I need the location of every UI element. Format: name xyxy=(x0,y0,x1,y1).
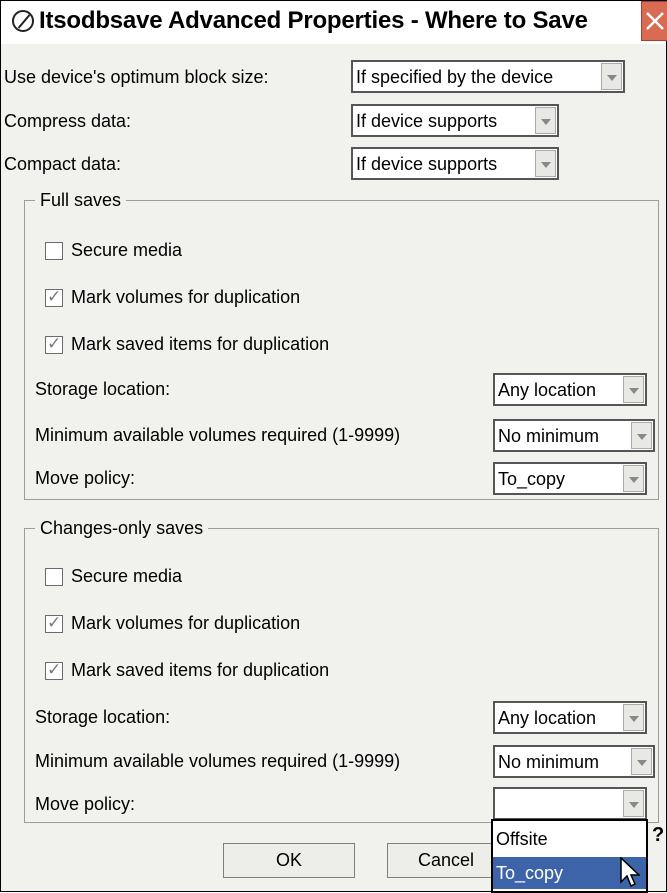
compress-dropdown[interactable]: If device supports xyxy=(351,104,559,137)
mouse-pointer-icon xyxy=(620,857,640,888)
checkmark-icon: ✓ xyxy=(47,613,62,633)
changes-min-volumes-value: No minimum xyxy=(498,752,600,772)
chevron-down-icon[interactable] xyxy=(631,748,652,775)
chevron-down-icon[interactable] xyxy=(535,107,556,134)
full-min-volumes-label: Minimum available volumes required (1-99… xyxy=(35,425,401,445)
chevron-down-icon[interactable] xyxy=(631,422,652,449)
changes-saves-title: Changes-only saves xyxy=(35,518,209,539)
chevron-down-icon[interactable] xyxy=(623,376,644,403)
full-storage-label: Storage location: xyxy=(35,379,171,399)
checkmark-icon: ✓ xyxy=(47,660,62,680)
changes-storage-label: Storage location: xyxy=(35,707,171,727)
full-mark-items-checkbox[interactable]: ✓ xyxy=(45,334,63,354)
chevron-down-icon[interactable] xyxy=(535,150,556,177)
full-secure-checkbox[interactable] xyxy=(45,242,63,260)
full-min-volumes-value: No minimum xyxy=(498,426,600,446)
ok-button[interactable]: OK xyxy=(223,843,355,878)
close-button[interactable] xyxy=(641,1,667,41)
changes-mark-items-label: Mark saved items for duplication xyxy=(71,660,330,680)
title-bar[interactable]: Itsodbsave Advanced Properties - Where t… xyxy=(1,1,667,44)
app-icon xyxy=(12,10,34,32)
full-move-policy-dropdown[interactable]: To_copy xyxy=(493,462,647,495)
changes-secure-label: Secure media xyxy=(71,566,183,586)
chevron-down-icon[interactable] xyxy=(623,704,644,731)
close-icon xyxy=(646,12,664,30)
dialog-window: Itsodbsave Advanced Properties - Where t… xyxy=(0,0,667,893)
checkmark-icon: ✓ xyxy=(47,287,62,307)
checkmark-icon: ✓ xyxy=(47,334,62,354)
compress-value: If device supports xyxy=(356,111,498,131)
changes-mark-volumes-checkbox[interactable]: ✓ xyxy=(45,613,63,633)
block-size-dropdown[interactable]: If specified by the device xyxy=(351,60,625,93)
compact-dropdown[interactable]: If device supports xyxy=(351,147,559,180)
full-storage-dropdown[interactable]: Any location xyxy=(493,373,647,406)
chevron-down-icon[interactable] xyxy=(623,790,644,817)
full-min-volumes-dropdown[interactable]: No minimum xyxy=(493,419,655,452)
compact-value: If device supports xyxy=(356,154,498,174)
changes-move-policy-dropdown[interactable] xyxy=(493,787,647,820)
full-mark-volumes-checkbox[interactable]: ✓ xyxy=(45,287,63,307)
changes-secure-checkbox[interactable] xyxy=(45,568,63,586)
full-mark-items-label: Mark saved items for duplication xyxy=(71,334,330,354)
full-saves-title: Full saves xyxy=(35,190,127,211)
option-offsite[interactable]: Offsite xyxy=(493,823,646,855)
changes-storage-value: Any location xyxy=(498,708,597,728)
block-size-label: Use device's optimum block size: xyxy=(4,67,269,87)
changes-mark-volumes-label: Mark volumes for duplication xyxy=(71,613,301,633)
chevron-down-icon[interactable] xyxy=(601,63,622,90)
chevron-down-icon[interactable] xyxy=(623,465,644,492)
changes-mark-items-checkbox[interactable]: ✓ xyxy=(45,660,63,680)
full-move-policy-label: Move policy: xyxy=(35,468,136,488)
changes-min-volumes-label: Minimum available volumes required (1-99… xyxy=(35,751,401,771)
help-button[interactable]: ? xyxy=(652,824,664,847)
changes-move-policy-label: Move policy: xyxy=(35,794,136,814)
full-mark-volumes-label: Mark volumes for duplication xyxy=(71,287,301,307)
full-storage-value: Any location xyxy=(498,380,597,400)
window-title: Itsodbsave Advanced Properties - Where t… xyxy=(39,7,588,34)
full-secure-label: Secure media xyxy=(71,240,183,260)
changes-storage-dropdown[interactable]: Any location xyxy=(493,701,647,734)
compress-label: Compress data: xyxy=(4,111,132,131)
block-size-value: If specified by the device xyxy=(356,67,554,87)
changes-min-volumes-dropdown[interactable]: No minimum xyxy=(493,745,655,778)
full-move-policy-value: To_copy xyxy=(498,469,566,489)
compact-label: Compact data: xyxy=(4,154,122,174)
